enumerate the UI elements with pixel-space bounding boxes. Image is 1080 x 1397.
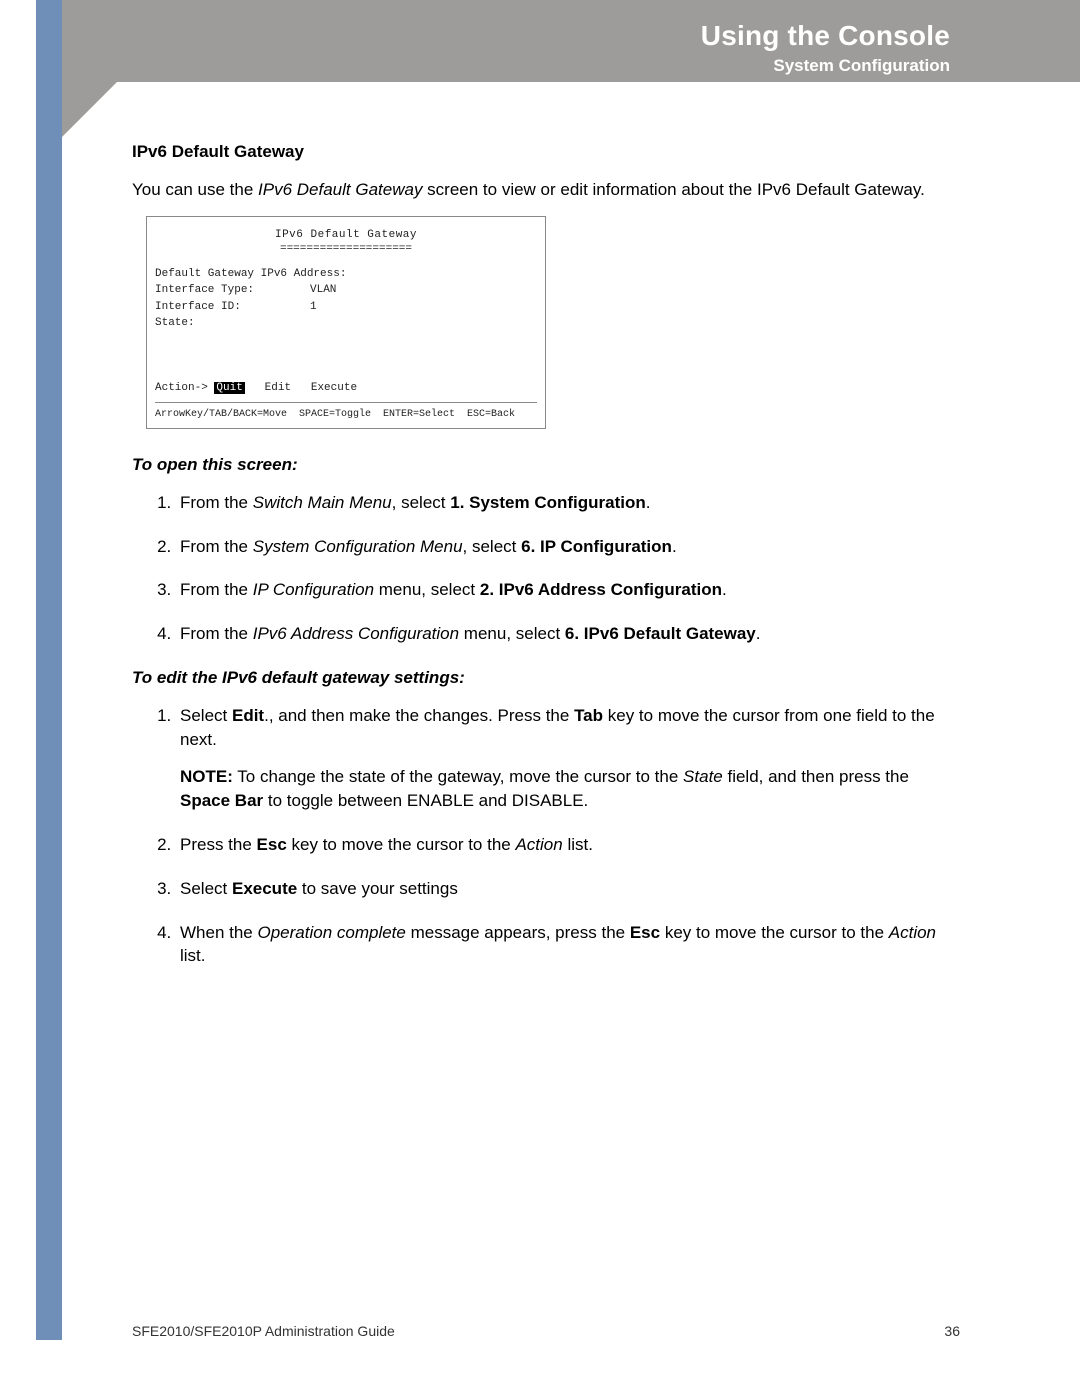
page-content: IPv6 Default Gateway You can use the IPv… — [132, 140, 952, 988]
console-action-row: Action-> Quit Edit Execute — [155, 380, 537, 397]
edit-steps-list: Select Edit., and then make the changes.… — [132, 704, 952, 968]
note-block: NOTE: To change the state of the gateway… — [180, 765, 952, 813]
edit-step-1: Select Edit., and then make the changes.… — [176, 704, 952, 813]
footer-doc-title: SFE2010/SFE2010P Administration Guide — [132, 1323, 395, 1339]
open-step-4: From the IPv6 Address Configuration menu… — [176, 622, 952, 646]
left-accent-bar — [36, 0, 62, 1340]
intro-paragraph: You can use the IPv6 Default Gateway scr… — [132, 178, 952, 202]
console-help-line: ArrowKey/TAB/BACK=Move SPACE=Toggle ENTE… — [155, 402, 537, 422]
edit-settings-heading: To edit the IPv6 default gateway setting… — [132, 666, 952, 690]
header-subtitle: System Configuration — [62, 56, 950, 76]
edit-step-2: Press the Esc key to move the cursor to … — [176, 833, 952, 857]
open-step-3: From the IP Configuration menu, select 2… — [176, 578, 952, 602]
open-screen-heading: To open this screen: — [132, 453, 952, 477]
page-header: Using the Console System Configuration — [62, 0, 1080, 82]
edit-step-4: When the Operation complete message appe… — [176, 921, 952, 969]
open-step-1: From the Switch Main Menu, select 1. Sys… — [176, 491, 952, 515]
section-heading: IPv6 Default Gateway — [132, 140, 952, 164]
open-step-2: From the System Configuration Menu, sele… — [176, 535, 952, 559]
console-screenshot: IPv6 Default Gateway ===================… — [146, 216, 546, 430]
console-underline: ==================== — [155, 241, 537, 258]
header-title: Using the Console — [62, 20, 950, 52]
header-diagonal — [62, 82, 117, 137]
page-footer: SFE2010/SFE2010P Administration Guide 36 — [132, 1323, 960, 1339]
footer-page-number: 36 — [944, 1323, 960, 1339]
open-steps-list: From the Switch Main Menu, select 1. Sys… — [132, 491, 952, 646]
edit-step-3: Select Execute to save your settings — [176, 877, 952, 901]
